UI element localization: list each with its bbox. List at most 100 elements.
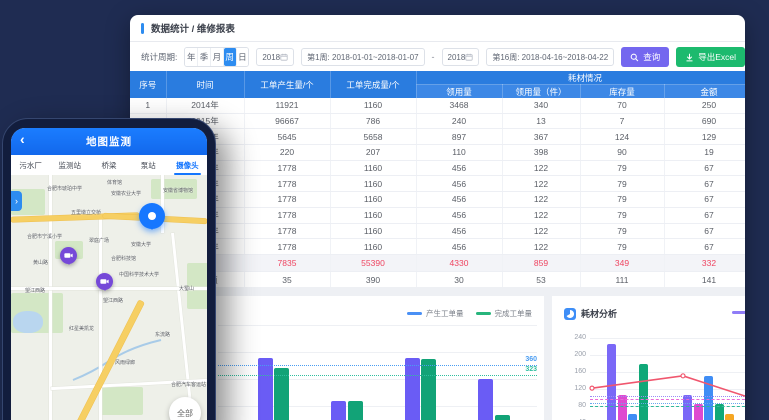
legend-item[interactable]: 完成工单量 [476,308,533,319]
table-cell: 1778 [244,160,330,176]
panel-gap [544,287,552,420]
table-cell: 79 [580,192,664,208]
period-option-月[interactable]: 月 [211,48,224,66]
table-row[interactable]: 52018年177811604561227967 [130,160,745,176]
table-cell: 786 [330,113,416,129]
breadcrumb: 数据统计 / 维修报表 [151,21,235,35]
period-label: 统计周期: [141,51,177,63]
total-cell: 859 [502,254,580,271]
total-cell: 4330 [416,254,502,271]
camera-pin[interactable] [60,247,77,264]
table-cell: 79 [580,207,664,223]
table-row[interactable]: 102023年177811604561227967 [130,239,745,255]
legend-label: 产生工单量 [426,308,464,319]
end-week-input[interactable]: 第16周: 2018-04-16~2018-04-22 [486,48,614,66]
map-label: 红星美凯龙 [69,325,94,332]
end-year-select[interactable]: 2018 [442,48,480,66]
bar-complete[interactable] [274,368,289,420]
map-label: 翠庭广场 [89,237,109,244]
map-label: 五里墩立交桥 [71,209,101,216]
period-option-周[interactable]: 周 [224,48,237,66]
dashboard-window: 数据统计 / 维修报表 统计周期: 年季月周日 2018 第1周: 2018-0… [130,15,745,420]
table-row[interactable]: 72020年177811604561227967 [130,192,745,208]
pin-dot [148,212,156,220]
bar-complete[interactable] [495,415,510,420]
period-option-日[interactable]: 日 [237,48,249,66]
period-segmented-control[interactable]: 年季月周日 [184,47,249,67]
table-cell: 129 [664,129,745,145]
table-cell: 340 [502,98,580,113]
table-cell: 5645 [244,129,330,145]
table-cell: 1160 [330,223,416,239]
table-row[interactable]: 12014年119211160346834070250 [130,98,745,113]
column-header: 序号 [130,71,166,98]
start-week-input[interactable]: 第1周: 2018-01-01~2018-01-07 [301,48,424,66]
total-cell: 349 [580,254,664,271]
app-header: ‹ 地图监测 [11,128,207,155]
tab-摄像头[interactable]: 摄像头 [168,155,207,175]
table-cell: 240 [416,113,502,129]
map-label: 风雨绿廊 [115,359,135,366]
map-label: 安徽大学 [131,241,151,248]
table-row[interactable]: 92022年177811604561227967 [130,223,745,239]
tab-污水厂[interactable]: 污水厂 [11,155,50,175]
legend-label: 完成工单量 [495,308,533,319]
table-header-row: 序号时间工单产生量/个工单完成量/个耗材情况 [130,71,745,85]
table-cell: 13 [502,113,580,129]
table-row[interactable]: 32016年56455658897367124129 [130,129,745,145]
map-label: 大蜀山 [179,285,194,292]
table-cell: 122 [502,239,580,255]
table-row[interactable]: 62019年177811604561227967 [130,176,745,192]
y-tick-label: 240 [566,334,586,341]
map-road [49,175,52,420]
start-year-select[interactable]: 2018 [256,48,294,66]
tab-桥梁[interactable]: 桥梁 [89,155,128,175]
download-icon [685,53,694,62]
table-cell: 1160 [330,160,416,176]
back-icon[interactable]: ‹ [20,131,25,147]
reference-line [218,365,537,366]
bar-complete[interactable] [421,359,436,420]
map-label: 安徽省博物馆 [163,187,193,194]
table-cell: 5658 [330,129,416,145]
sub-column-header: 金额 [664,85,745,99]
total-row: 合计7835553904330859349332 [130,254,745,271]
tab-泵站[interactable]: 泵站 [129,155,168,175]
camera-pin[interactable] [96,273,113,290]
bar-complete[interactable] [348,401,363,420]
legend-marker [407,312,422,315]
table-cell: 1160 [330,239,416,255]
chevron-right-icon: › [15,196,18,206]
table-cell: 456 [416,239,502,255]
table-cell: 1160 [330,98,416,113]
map-view[interactable]: 合肥市琥珀中学体育馆安徽农业大学安徽省博物馆五里墩立交桥合肥市宁溪小学翠庭广场安… [11,175,207,420]
table-cell: 1778 [244,239,330,255]
search-icon [630,53,639,62]
export-excel-button[interactable]: 导出Excel [676,47,745,67]
table-cell: 124 [580,129,664,145]
query-button[interactable]: 查询 [621,47,669,67]
table-row[interactable]: 42017年2202071103989019 [130,145,745,161]
phone-screen: ‹ 地图监测 污水厂监测站桥梁泵站摄像头 [11,128,207,420]
table-cell: 67 [664,207,745,223]
bar-produce[interactable] [478,379,493,420]
table-cell: 79 [580,239,664,255]
period-option-年[interactable]: 年 [185,48,198,66]
period-option-季[interactable]: 季 [198,48,211,66]
table-row[interactable]: 82021年177811604561227967 [130,207,745,223]
table-cell: 67 [664,176,745,192]
legend-item[interactable]: 产生工单量 [407,308,464,319]
breadcrumb-accent [141,23,144,34]
consumables-bar-chart [590,333,745,420]
tab-监测站[interactable]: 监测站 [50,155,89,175]
table-cell: 79 [580,176,664,192]
bar-produce[interactable] [331,401,346,420]
reference-value: 323 [525,366,537,373]
map-label: 合肥汽车客运站 [171,381,206,388]
bar-produce[interactable] [258,358,273,420]
panel-expander-button[interactable]: › [11,191,22,211]
table-row[interactable]: 22015年96667786240137690 [130,113,745,129]
selected-camera-pin[interactable] [139,203,165,229]
bar-produce[interactable] [405,358,420,420]
table-cell: 1160 [330,207,416,223]
